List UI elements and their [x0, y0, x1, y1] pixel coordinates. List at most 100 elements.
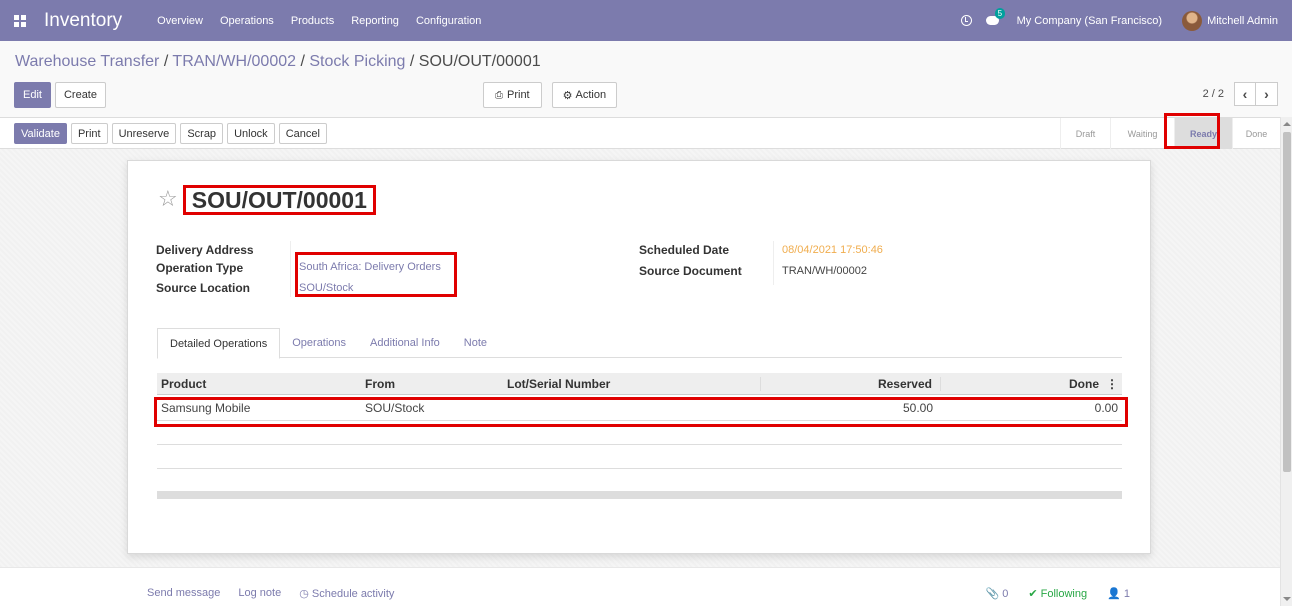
paperclip-icon: 📎: [985, 588, 1000, 600]
breadcrumb-current: SOU/OUT/00001: [418, 53, 541, 70]
breadcrumb-stock-picking[interactable]: Stock Picking: [309, 53, 405, 70]
app-name[interactable]: Inventory: [44, 10, 122, 32]
scrap-button[interactable]: Scrap: [180, 123, 224, 144]
chatter: Send message Log note ◷ Schedule activit…: [0, 567, 1280, 606]
pager-next-icon[interactable]: ›: [1256, 82, 1278, 106]
chatter-topbar-right: 📎 0 ✔ Following 👤 1: [985, 587, 1130, 600]
field-separator: [290, 241, 291, 297]
column-header-reserved[interactable]: Reserved: [761, 376, 941, 391]
follower-count: 1: [1123, 588, 1130, 600]
apps-menu-icon[interactable]: [14, 14, 26, 27]
source-document-label: Source Document: [639, 264, 742, 278]
form-statusbar: Validate Print Unreserve Scrap Unlock Ca…: [0, 117, 1280, 150]
breadcrumb: Warehouse Transfer / TRAN/WH/00002 / Sto…: [15, 53, 541, 71]
statusbar-buttons: Validate Print Unreserve Scrap Unlock Ca…: [14, 123, 327, 144]
activity-clock-icon[interactable]: [960, 15, 972, 26]
menu-item-operations[interactable]: Operations: [220, 15, 274, 27]
schedule-activity-button[interactable]: ◷ Schedule activity: [299, 587, 394, 600]
following-label: Following: [1040, 588, 1088, 600]
validate-button[interactable]: Validate: [14, 123, 67, 144]
action-label: Action: [575, 89, 607, 101]
check-icon: ✔: [1028, 588, 1038, 600]
unlock-button[interactable]: Unlock: [227, 123, 275, 144]
highlight-product-row: [154, 397, 1128, 427]
column-header-product[interactable]: Product: [157, 377, 361, 391]
table-empty-row: [157, 445, 1122, 469]
tab-additional-info[interactable]: Additional Info: [358, 328, 452, 358]
pager-value[interactable]: 2 / 2: [1203, 88, 1224, 100]
top-navbar: Inventory Overview Operations Products R…: [0, 0, 1292, 41]
stage-draft: Draft: [1060, 118, 1110, 150]
sidebar-actions: ⎙ Print ⚙ Action: [483, 82, 618, 108]
attachment-count: 0: [1002, 588, 1009, 600]
star-icon[interactable]: ☆: [158, 189, 178, 211]
edit-button[interactable]: Edit: [14, 82, 51, 108]
printer-icon: ⎙: [495, 89, 503, 101]
column-header-from[interactable]: From: [361, 377, 503, 391]
navbar-systray: 5 My Company (San Francisco) Mitchell Ad…: [960, 0, 1278, 41]
table-footer: [157, 491, 1122, 499]
menu-item-products[interactable]: Products: [291, 15, 334, 27]
stage-done: Done: [1232, 118, 1280, 150]
scroll-down-icon[interactable]: [1283, 597, 1291, 601]
notebook-tabs: Detailed Operations Operations Additiona…: [157, 328, 1122, 359]
scroll-up-icon[interactable]: [1283, 122, 1291, 126]
create-button[interactable]: Create: [54, 82, 106, 108]
delivery-address-label: Delivery Address: [156, 243, 254, 257]
tab-operations[interactable]: Operations: [280, 328, 358, 358]
operation-type-label: Operation Type: [156, 261, 244, 275]
column-header-done: Done ⋮: [941, 377, 1122, 391]
breadcrumb-separator: /: [300, 53, 305, 70]
clock-icon: ◷: [299, 588, 309, 600]
company-switcher[interactable]: My Company (San Francisco): [1017, 15, 1163, 27]
form-control-buttons: Edit Create: [14, 82, 106, 108]
menu-item-overview[interactable]: Overview: [157, 15, 203, 27]
optional-columns-icon[interactable]: ⋮: [1106, 377, 1118, 391]
unreserve-button[interactable]: Unreserve: [111, 123, 177, 144]
scheduled-date-label: Scheduled Date: [639, 243, 730, 257]
scrollbar-thumb[interactable]: [1283, 132, 1291, 472]
chat-count-badge: 5: [994, 8, 1006, 19]
column-header-lot[interactable]: Lot/Serial Number: [503, 376, 761, 391]
attachments-button[interactable]: 📎 0: [985, 587, 1008, 600]
followers-button[interactable]: 👤 1: [1107, 587, 1130, 600]
tab-detailed-operations[interactable]: Detailed Operations: [157, 328, 281, 359]
tab-note[interactable]: Note: [452, 328, 499, 358]
form-sheet: ☆ SOU/OUT/00001 Delivery Address Operati…: [127, 160, 1151, 554]
user-icon: 👤: [1107, 588, 1121, 600]
print-label: Print: [507, 89, 530, 101]
cancel-button[interactable]: Cancel: [278, 123, 327, 144]
action-dropdown-button[interactable]: ⚙ Action: [551, 82, 618, 108]
print-dropdown-button[interactable]: ⎙ Print: [483, 82, 542, 108]
send-message-button[interactable]: Send message: [147, 587, 220, 600]
source-document-field[interactable]: TRAN/WH/00002: [782, 265, 867, 277]
log-note-button[interactable]: Log note: [238, 587, 281, 600]
breadcrumb-separator: /: [409, 53, 415, 70]
pager: 2 / 2 ‹ ›: [1203, 82, 1278, 106]
detailed-operations-table: Product From Lot/Serial Number Reserved …: [157, 373, 1122, 499]
record-name: SOU/OUT/00001: [182, 185, 376, 215]
highlight-ready-stage: [1164, 113, 1220, 149]
column-header-done-label[interactable]: Done: [1069, 377, 1099, 391]
pager-previous-icon[interactable]: ‹: [1234, 82, 1256, 106]
record-title-row: ☆ SOU/OUT/00001: [158, 185, 376, 215]
breadcrumb-warehouse-transfer[interactable]: Warehouse Transfer: [15, 53, 159, 70]
main-menu: Overview Operations Products Reporting C…: [157, 15, 498, 27]
gear-icon: ⚙: [562, 89, 573, 102]
print-button[interactable]: Print: [70, 123, 108, 144]
page-scrollbar[interactable]: [1280, 117, 1292, 606]
breadcrumb-separator: /: [163, 53, 169, 70]
field-separator: [773, 241, 774, 285]
user-menu[interactable]: Mitchell Admin: [1207, 15, 1278, 27]
highlight-operation-fields: [295, 252, 457, 297]
schedule-activity-label: Schedule activity: [311, 588, 395, 600]
breadcrumb-transfer-record[interactable]: TRAN/WH/00002: [172, 53, 296, 70]
menu-item-configuration[interactable]: Configuration: [416, 15, 481, 27]
user-avatar[interactable]: [1182, 10, 1203, 31]
source-location-label: Source Location: [156, 281, 251, 295]
messaging-menu[interactable]: 5: [985, 8, 1006, 25]
scheduled-date-field[interactable]: 08/04/2021 17:50:46: [782, 244, 883, 256]
menu-item-reporting[interactable]: Reporting: [351, 15, 399, 27]
table-header: Product From Lot/Serial Number Reserved …: [157, 373, 1122, 395]
following-button[interactable]: ✔ Following: [1028, 587, 1087, 600]
